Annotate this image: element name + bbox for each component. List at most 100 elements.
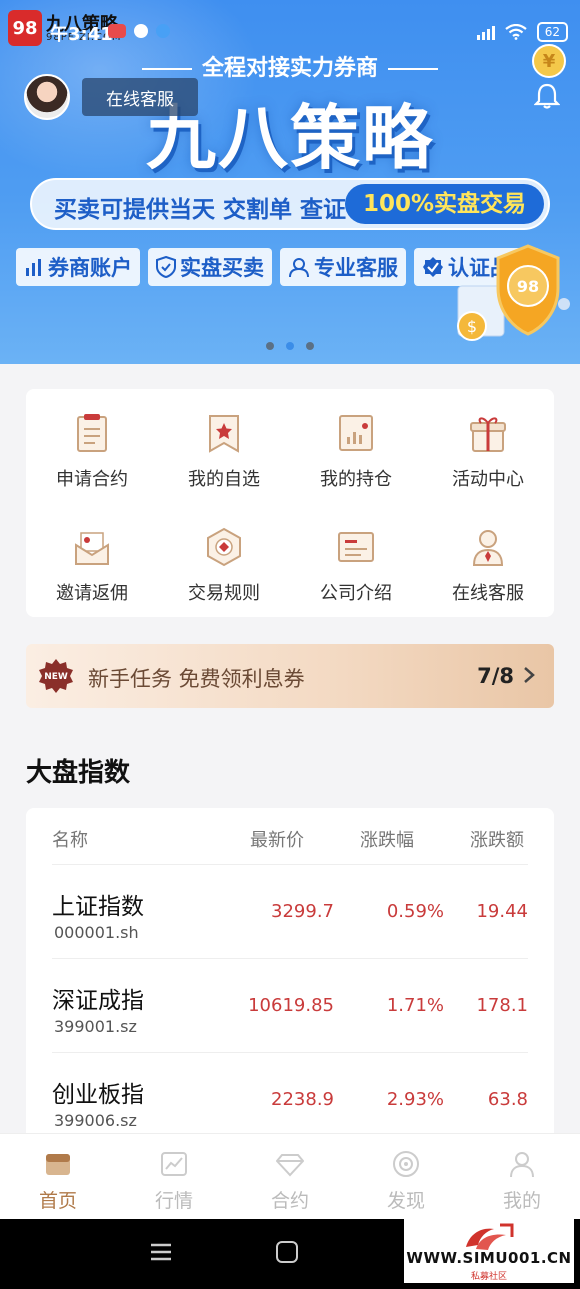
bottom-tab-bar: 首页 行情 合约 发现 我的 (0, 1133, 580, 1219)
col-pct: 涨跌幅 (360, 830, 414, 851)
col-name: 名称 (52, 830, 88, 851)
menu-label: 交易规则 (188, 583, 260, 604)
index-chg: 63.8 (487, 1089, 528, 1110)
feature-real-trading: 实盘买卖 (148, 248, 272, 286)
profile-icon (510, 1152, 534, 1178)
menu-apply-contract[interactable]: 申请合约 (26, 389, 158, 490)
wifi-icon (505, 24, 527, 40)
menu-label: 在线客服 (452, 583, 524, 604)
newbie-task-banner[interactable]: NEW 新手任务 免费领利息券 7/8 (26, 644, 554, 708)
quick-menu: 申请合约 我的自选 我的持仓 活动中心 邀请返佣 交易规则 公司介绍 在线客服 (26, 389, 554, 617)
menu-label: 公司介绍 (320, 583, 392, 604)
carousel-dot-active[interactable] (286, 342, 294, 350)
menu-online-service[interactable]: 在线客服 (422, 503, 554, 604)
menu-activity-center[interactable]: 活动中心 (422, 389, 554, 490)
index-name: 上证指数 (52, 894, 144, 920)
table-row[interactable]: 深证成指 399001.sz 10619.85 1.71% 178.1 (52, 958, 528, 1052)
feature-pro-service: 专业客服 (280, 248, 406, 286)
index-code: 399001.sz (54, 1017, 137, 1036)
bookmark-star-icon (209, 415, 239, 453)
status-right: 62 (476, 22, 568, 42)
menu-trading-rules[interactable]: 交易规则 (158, 503, 290, 604)
contract-icon (77, 414, 107, 452)
menu-holdings[interactable]: 我的持仓 (290, 389, 422, 490)
task-progress: 7/8 (477, 664, 514, 688)
headset-icon (289, 258, 309, 278)
tab-label: 我的 (502, 1190, 541, 1212)
tab-label: 行情 (154, 1190, 193, 1212)
online-service-button[interactable]: 在线客服 (82, 78, 198, 116)
promo-banner[interactable]: 98 九八策略 98PEIZI.COM 午3:41 62 全程对接实力券商 九八… (0, 0, 580, 364)
shield-coin-illustration: $ 98 (457, 244, 570, 341)
tab-label: 发现 (386, 1190, 425, 1212)
menu-label: 活动中心 (452, 469, 524, 490)
menu-label: 申请合约 (56, 469, 128, 490)
carousel-indicator[interactable] (0, 342, 580, 350)
feature-broker-account: 券商账户 (16, 248, 140, 286)
carousel-dot[interactable] (306, 342, 314, 350)
index-pct: 0.59% (386, 901, 444, 922)
discover-icon (393, 1151, 419, 1177)
index-price: 3299.7 (271, 901, 334, 922)
section-title: 大盘指数 (26, 758, 131, 788)
index-code: 399006.sz (54, 1111, 137, 1130)
battery-icon: 62 (536, 22, 568, 42)
menu-watchlist[interactable]: 我的自选 (158, 389, 290, 490)
tab-label: 合约 (270, 1190, 309, 1212)
index-table: 名称 最新价 涨跌幅 涨跌额 上证指数 000001.sh 3299.7 0.5… (26, 808, 554, 1148)
tab-profile[interactable]: 我的 (464, 1134, 580, 1220)
index-chg: 178.1 (476, 995, 528, 1016)
menu-invite-rebate[interactable]: 邀请返佣 (26, 503, 158, 604)
coin-icon[interactable]: ¥ (532, 44, 566, 78)
news-app-icon (108, 24, 126, 38)
menu-icon[interactable] (150, 1243, 172, 1261)
menu-company-intro[interactable]: 公司介绍 (290, 503, 422, 604)
tab-home[interactable]: 首页 (0, 1134, 116, 1220)
slogan-left: 买卖可提供当天 交割单 查证 (54, 197, 347, 223)
menu-label: 我的自选 (188, 469, 260, 490)
svg-text:NEW: NEW (44, 672, 68, 682)
signal-icon (476, 24, 495, 40)
index-pct: 2.93% (386, 1089, 444, 1110)
app-logo-icon: 98 (8, 10, 42, 46)
tab-market[interactable]: 行情 (116, 1134, 232, 1220)
holdings-chart-icon (339, 415, 373, 451)
bell-icon[interactable] (534, 82, 560, 110)
index-price: 2238.9 (271, 1089, 334, 1110)
gift-icon (470, 417, 506, 452)
col-chg: 涨跌额 (470, 830, 524, 851)
status-time: 午3:41 (50, 24, 113, 45)
chevron-right-icon (524, 667, 535, 683)
home-icon (46, 1154, 70, 1175)
company-card-icon (338, 532, 374, 562)
feature-label: 专业客服 (314, 256, 398, 280)
index-chg: 19.44 (476, 901, 528, 922)
bar-chart-icon (26, 259, 41, 276)
tab-label: 首页 (38, 1190, 77, 1212)
slogan-pill: 买卖可提供当天 交割单 查证 100%实盘交易 (30, 178, 550, 230)
index-name: 创业板指 (52, 1082, 144, 1108)
upload-icon (156, 24, 170, 38)
notification-icons (108, 24, 170, 38)
support-person-icon (472, 530, 504, 566)
service-avatar[interactable] (24, 74, 70, 120)
table-row[interactable]: 上证指数 000001.sh 3299.7 0.59% 19.44 (52, 864, 528, 958)
index-price: 10619.85 (248, 995, 334, 1016)
task-title: 新手任务 免费领利息券 (88, 667, 305, 691)
market-chart-icon (161, 1152, 187, 1176)
tab-contract[interactable]: 合约 (232, 1134, 348, 1220)
slogan-right: 100%实盘交易 (344, 184, 544, 224)
diamond-icon (276, 1154, 304, 1177)
index-pct: 1.71% (386, 995, 444, 1016)
home-button-icon[interactable] (276, 1241, 298, 1263)
table-row[interactable]: 创业板指 399006.sz 2238.9 2.93% 63.8 (52, 1052, 528, 1146)
svg-text:$: $ (467, 317, 477, 336)
feature-label: 券商账户 (48, 256, 132, 280)
tab-discover[interactable]: 发现 (348, 1134, 464, 1220)
carousel-dot[interactable] (266, 342, 274, 350)
table-header: 名称 最新价 涨跌幅 涨跌额 (52, 826, 528, 866)
svg-text:98: 98 (517, 277, 539, 296)
menu-label: 邀请返佣 (56, 583, 128, 604)
feature-label: 实盘买卖 (180, 256, 264, 280)
col-price: 最新价 (250, 830, 304, 851)
